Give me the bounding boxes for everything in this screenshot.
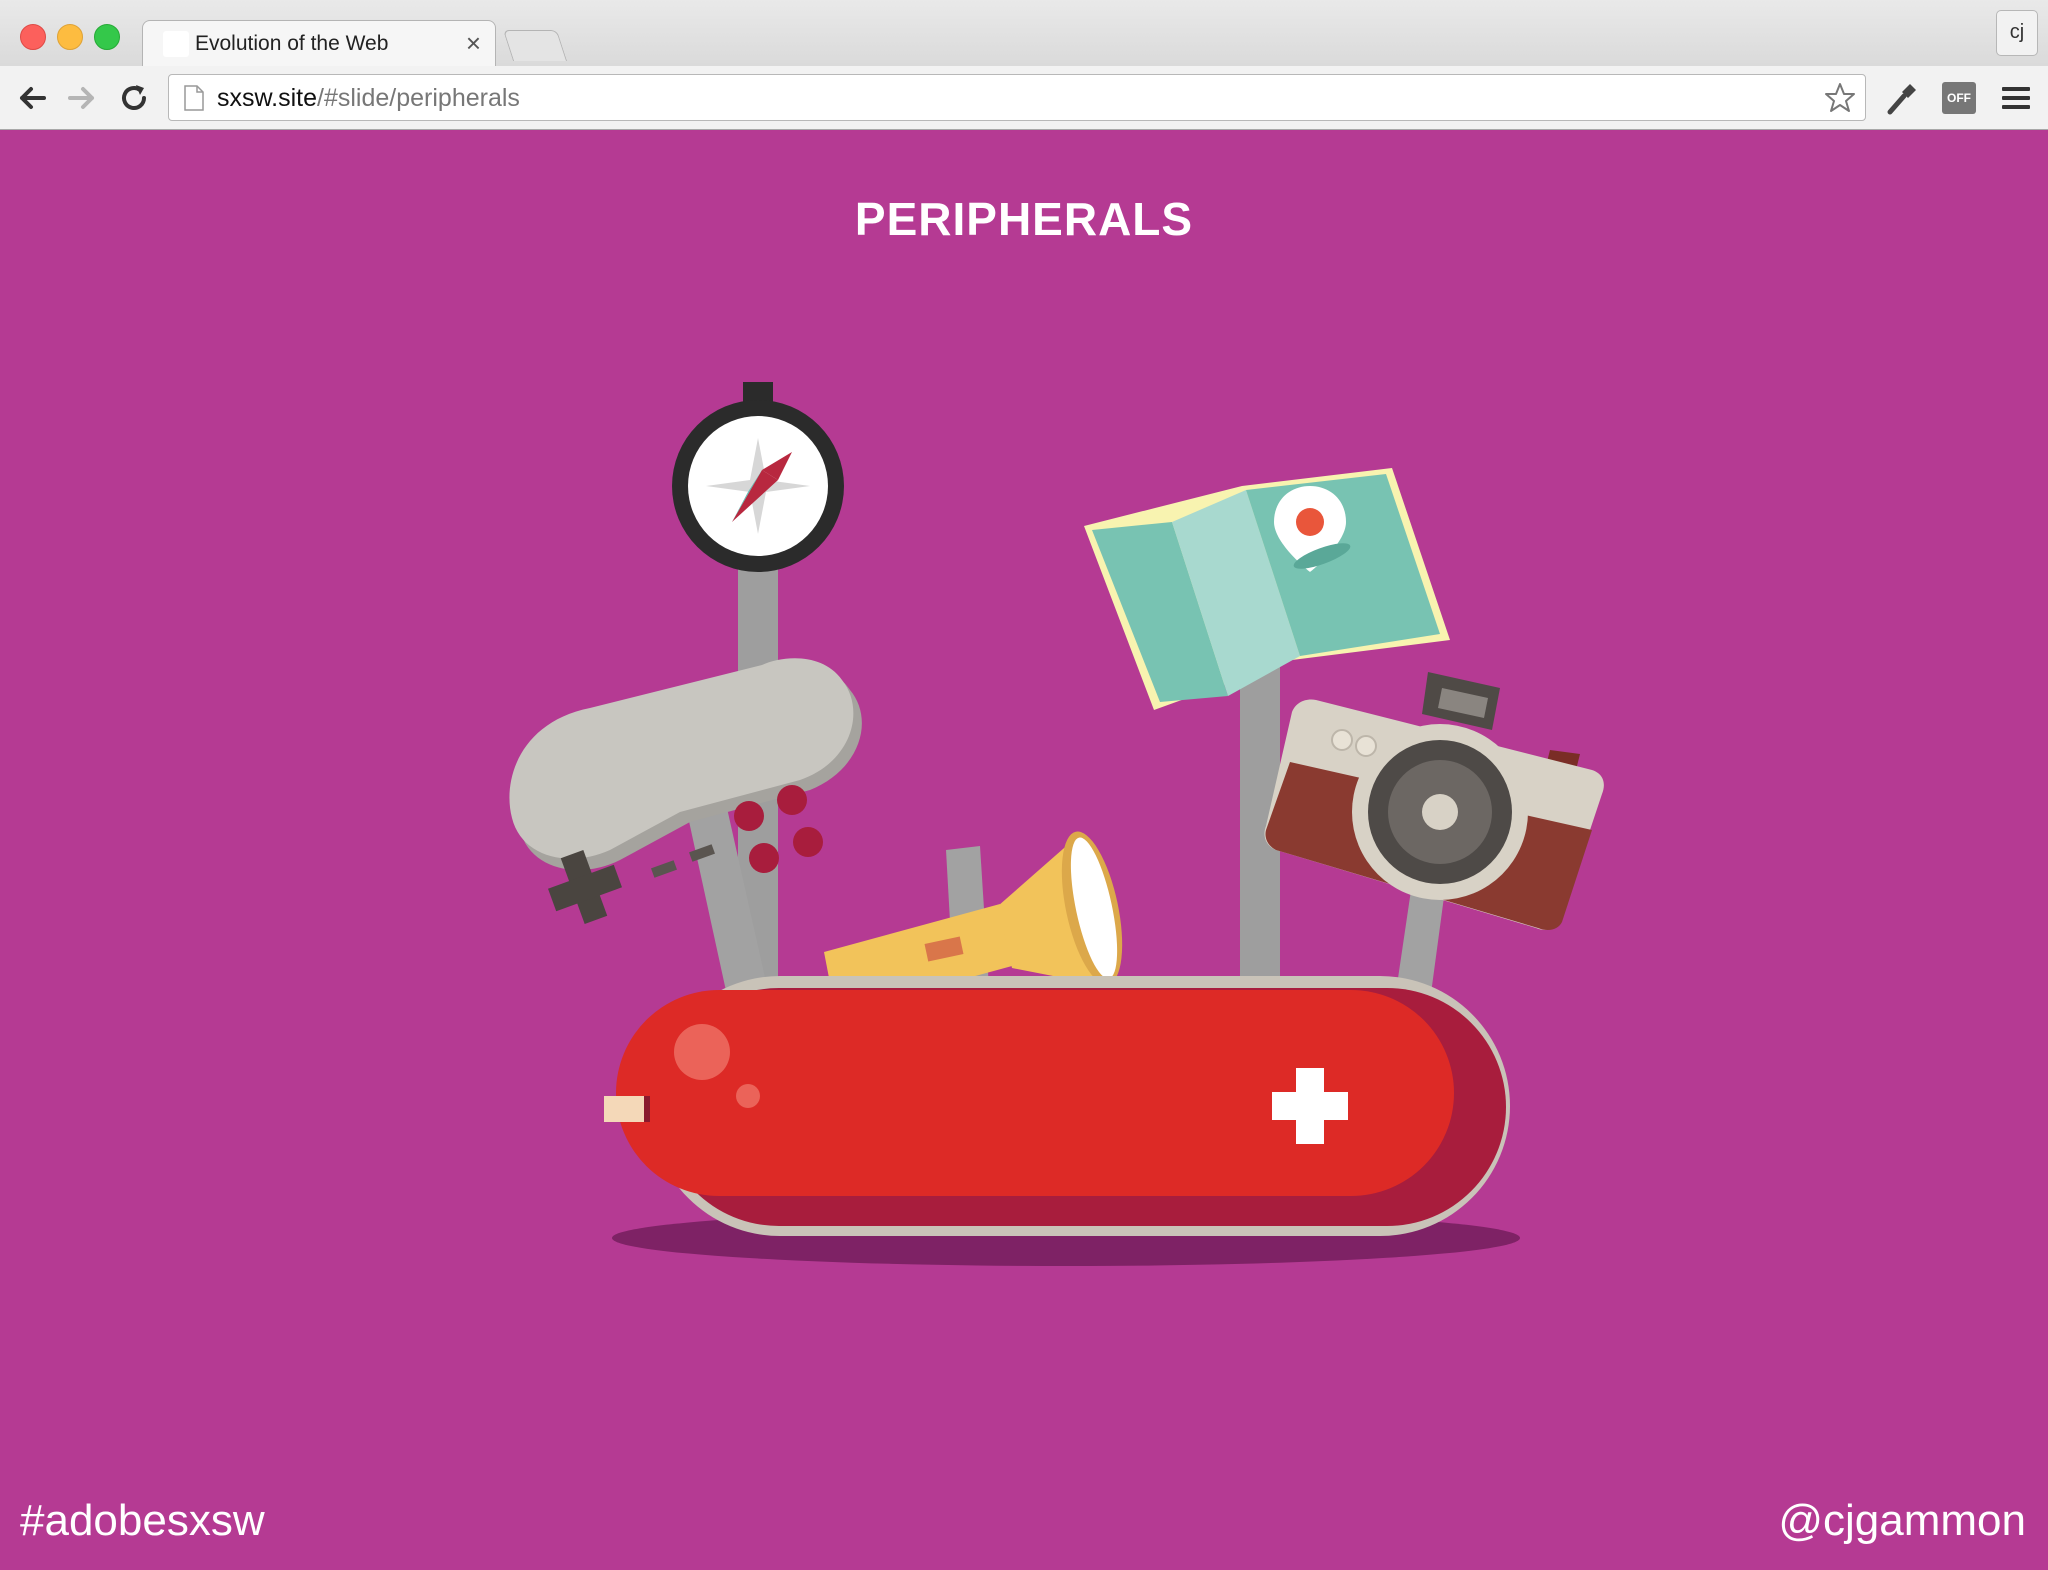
url-text: sxsw.site/#slide/peripherals — [217, 84, 520, 113]
author-handle: @cjgammon — [1778, 1496, 2026, 1545]
window-close-button[interactable] — [20, 24, 46, 50]
forward-arrow-icon[interactable] — [64, 80, 100, 116]
extension-off-badge[interactable]: OFF — [1942, 82, 1976, 114]
hashtag-label: #adobesxsw — [20, 1496, 265, 1545]
url-path: /#slide/peripherals — [317, 84, 520, 112]
new-tab-button[interactable] — [502, 30, 568, 61]
window-maximize-button[interactable] — [94, 24, 120, 50]
peripherals-illustration — [509, 382, 1604, 1266]
tab-active[interactable]: Evolution of the Web × — [142, 20, 496, 68]
back-arrow-icon[interactable] — [14, 80, 50, 116]
url-host: sxsw.site — [217, 84, 318, 112]
bookmark-star-icon[interactable] — [1823, 81, 1857, 115]
swiss-army-knife-icon — [604, 976, 1510, 1236]
tab-title: Evolution of the Web — [195, 32, 389, 55]
map-icon — [1084, 468, 1450, 710]
camera-icon — [1264, 672, 1604, 930]
favicon-icon — [163, 31, 189, 57]
wrench-icon[interactable] — [1884, 80, 1920, 116]
address-bar[interactable]: sxsw.site/#slide/peripherals — [168, 74, 1866, 121]
window-minimize-button[interactable] — [57, 24, 83, 50]
tab-close-icon[interactable]: × — [466, 29, 481, 57]
page-icon — [184, 85, 204, 111]
game-controller-icon — [509, 658, 862, 924]
compass-icon — [672, 382, 844, 572]
slide: PERIPHERALS #adobesxsw @cjgammon — [0, 130, 2048, 1570]
reload-icon[interactable] — [116, 80, 152, 116]
tab-bar: Evolution of the Web × cj — [0, 0, 2048, 68]
browser-chrome: Evolution of the Web × cj sxsw.site/#sli… — [0, 0, 2048, 131]
profile-button[interactable]: cj — [1996, 10, 2038, 56]
menu-icon[interactable] — [1998, 80, 2034, 116]
toolbar: sxsw.site/#slide/peripherals OFF — [0, 66, 2048, 131]
